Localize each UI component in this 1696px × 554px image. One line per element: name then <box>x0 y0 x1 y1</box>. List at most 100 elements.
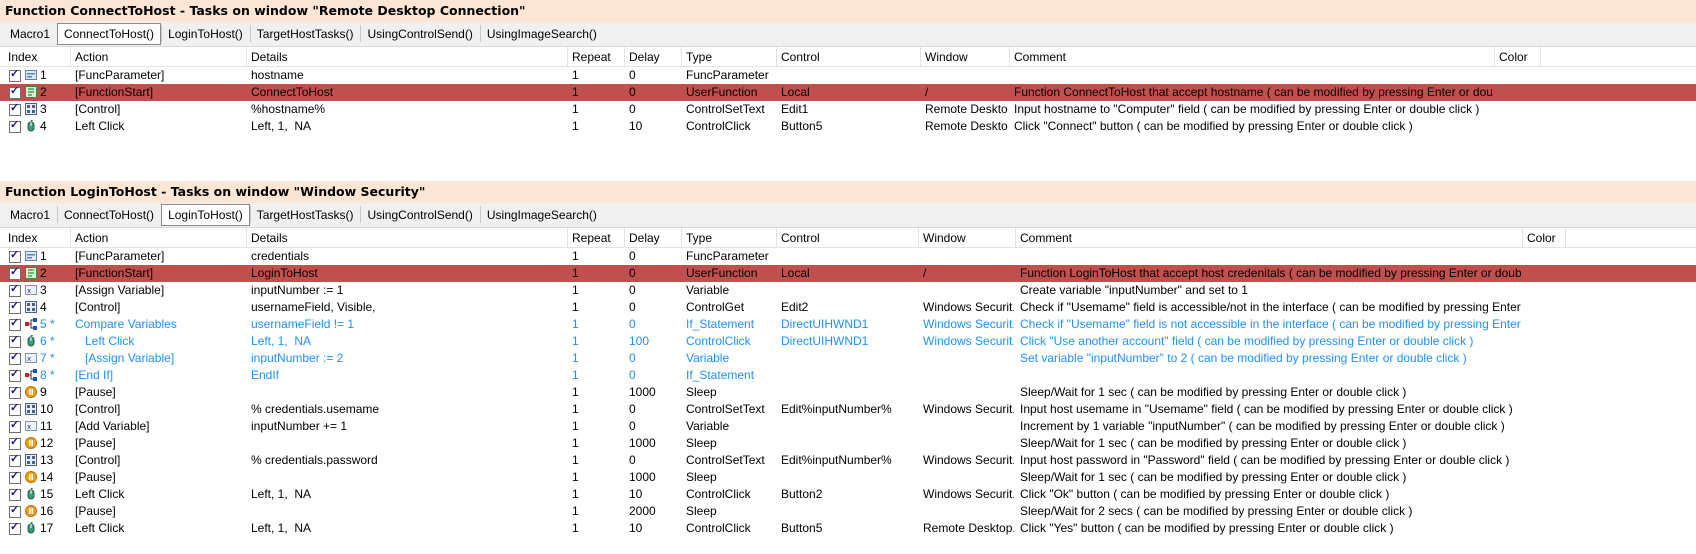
cell-type: FuncParameter <box>686 68 769 82</box>
enabled-checkbox[interactable] <box>9 366 21 383</box>
column-header-comment[interactable]: Comment <box>1020 231 1072 245</box>
table-row[interactable]: 10[Control]% credentials.usemame10Contro… <box>0 400 1696 418</box>
column-divider[interactable] <box>1565 228 1566 247</box>
enabled-checkbox[interactable] <box>9 434 21 451</box>
table-row[interactable]: 3 [Control] %hostname% 1 0 ControlSetText Edit… <box>0 100 1696 118</box>
column-header-type[interactable]: Type <box>686 231 712 245</box>
tab-macro1[interactable]: Macro1 <box>3 204 57 226</box>
tab-macro1[interactable]: Macro1 <box>3 23 57 45</box>
task-list[interactable]: Index Action Details Repeat Delay Type Control… <box>0 47 1696 170</box>
column-divider[interactable] <box>624 228 625 247</box>
column-header-repeat[interactable]: Repeat <box>572 50 611 64</box>
cell-repeat: 1 <box>572 334 579 348</box>
table-row[interactable]: 4 Left Click Left, 1, NA 1 10 ControlClick But… <box>0 117 1696 135</box>
tab-targethosttasks[interactable]: TargetHostTasks() <box>249 204 361 226</box>
tab-logintohost[interactable]: LoginToHost() <box>161 204 250 226</box>
table-row-selected[interactable]: 2 [FunctionStart] LoginToHost 1 0 UserFunctio… <box>0 264 1696 282</box>
enabled-checkbox[interactable] <box>9 100 21 117</box>
table-row[interactable]: x 7 * [Assign Variable] inputNumber := 2 1 0… <box>0 349 1696 367</box>
column-divider[interactable] <box>567 47 568 66</box>
tab-usingcontrolsend[interactable]: UsingControlSend() <box>360 204 479 226</box>
tab-logintohost[interactable]: LoginToHost() <box>161 23 250 45</box>
enabled-checkbox[interactable] <box>9 83 21 100</box>
enabled-checkbox[interactable] <box>9 400 21 417</box>
column-divider[interactable] <box>776 47 777 66</box>
column-divider[interactable] <box>567 228 568 247</box>
column-header-details[interactable]: Details <box>251 231 288 245</box>
column-divider[interactable] <box>1494 47 1495 66</box>
column-header-action[interactable]: Action <box>75 231 108 245</box>
column-header-control[interactable]: Control <box>781 50 820 64</box>
column-divider[interactable] <box>681 47 682 66</box>
table-row[interactable]: 9 [Pause] 1 1000 Sleep Sleep/Wait for 1 sec (… <box>0 383 1696 401</box>
parameter-icon <box>25 250 37 262</box>
tab-usingimagesearch[interactable]: UsingImageSearch() <box>479 23 604 45</box>
table-row[interactable]: 6 * Left Click Left, 1, NA 1 100 ControlClic… <box>0 332 1696 350</box>
column-divider[interactable] <box>1540 47 1541 66</box>
enabled-checkbox[interactable] <box>9 383 21 400</box>
column-divider[interactable] <box>70 228 71 247</box>
column-header-index[interactable]: Index <box>8 231 37 245</box>
enabled-checkbox[interactable] <box>9 451 21 468</box>
column-header-delay[interactable]: Delay <box>629 231 660 245</box>
tab-targethosttasks[interactable]: TargetHostTasks() <box>249 23 361 45</box>
column-divider[interactable] <box>1522 228 1523 247</box>
table-row[interactable]: 13 [Control] % credentials.password 1 0 Contr… <box>0 451 1696 469</box>
enabled-checkbox[interactable] <box>9 117 21 134</box>
column-header-action[interactable]: Action <box>75 50 108 64</box>
column-header-index[interactable]: Index <box>8 50 37 64</box>
tab-connecttohost[interactable]: ConnectToHost() <box>57 204 161 226</box>
column-header-window[interactable]: Window <box>923 231 966 245</box>
column-divider[interactable] <box>920 47 921 66</box>
column-divider[interactable] <box>1009 47 1010 66</box>
table-row[interactable]: 14 [Pause] 1 1000 Sleep Sleep/Wait for 1 sec … <box>0 468 1696 486</box>
column-divider[interactable] <box>918 228 919 247</box>
enabled-checkbox[interactable] <box>9 298 21 315</box>
enabled-checkbox[interactable] <box>9 281 21 298</box>
table-row[interactable]: 12 [Pause] 1 1000 Sleep Sleep/Wait for 1 sec … <box>0 434 1696 452</box>
table-row[interactable]: 17 Left Click Left, 1, NA 1 10 ControlClick Bu… <box>0 519 1696 537</box>
enabled-checkbox[interactable] <box>9 485 21 502</box>
table-row[interactable]: 4 [Control] usernameField, Visible, 1 0 Contr… <box>0 298 1696 316</box>
column-header-comment[interactable]: Comment <box>1014 50 1066 64</box>
column-header-color[interactable]: Color <box>1499 50 1528 64</box>
table-row[interactable]: 1 [FuncParameter] credentials 1 0 FuncParamet… <box>0 247 1696 265</box>
enabled-checkbox[interactable] <box>9 502 21 519</box>
enabled-checkbox[interactable] <box>9 519 21 536</box>
task-list[interactable]: Index Action Details Repeat Delay Type Control… <box>0 228 1696 554</box>
enabled-checkbox[interactable] <box>9 66 21 83</box>
column-header-details[interactable]: Details <box>251 50 288 64</box>
table-row[interactable]: x 3 [Assign Variable] inputNumber := 1 1 0 Var… <box>0 281 1696 299</box>
enabled-checkbox[interactable] <box>9 417 21 434</box>
column-divider[interactable] <box>776 228 777 247</box>
table-row[interactable]: 8 * [End If] EndIf 1 0 If_Statement <box>0 366 1696 384</box>
tab-usingcontrolsend[interactable]: UsingControlSend() <box>360 23 479 45</box>
table-row[interactable]: x 11 [Add Variable] inputNumber += 1 1 0 Varia… <box>0 417 1696 435</box>
column-divider[interactable] <box>624 47 625 66</box>
column-header-color[interactable]: Color <box>1527 231 1556 245</box>
column-divider[interactable] <box>681 228 682 247</box>
enabled-checkbox[interactable] <box>9 349 21 366</box>
column-header-control[interactable]: Control <box>781 231 820 245</box>
column-header-type[interactable]: Type <box>686 50 712 64</box>
table-row-selected[interactable]: 2 [FunctionStart] ConnectToHost 1 0 UserFunct… <box>0 83 1696 101</box>
enabled-checkbox[interactable] <box>9 264 21 281</box>
column-divider[interactable] <box>1015 228 1016 247</box>
column-header-window[interactable]: Window <box>925 50 968 64</box>
column-divider[interactable] <box>70 47 71 66</box>
tab-connecttohost[interactable]: ConnectToHost() <box>57 23 162 45</box>
enabled-checkbox[interactable] <box>9 468 21 485</box>
table-row[interactable]: 15 Left Click Left, 1, NA 1 10 ControlClick Bu… <box>0 485 1696 503</box>
cell-comment: Input host password in "Password" field … <box>1020 453 1510 467</box>
column-header-repeat[interactable]: Repeat <box>572 231 611 245</box>
column-header-delay[interactable]: Delay <box>629 50 660 64</box>
column-divider[interactable] <box>246 47 247 66</box>
column-divider[interactable] <box>246 228 247 247</box>
table-row[interactable]: 1 [FuncParameter] hostname 1 0 FuncParameter <box>0 66 1696 84</box>
table-row[interactable]: 16 [Pause] 1 2000 Sleep Sleep/Wait for 2 secs… <box>0 502 1696 520</box>
enabled-checkbox[interactable] <box>9 332 21 349</box>
tab-usingimagesearch[interactable]: UsingImageSearch() <box>479 204 604 226</box>
enabled-checkbox[interactable] <box>9 247 21 264</box>
table-row[interactable]: 5 * Compare Variables usernameField != 1 1 0… <box>0 315 1696 333</box>
enabled-checkbox[interactable] <box>9 315 21 332</box>
